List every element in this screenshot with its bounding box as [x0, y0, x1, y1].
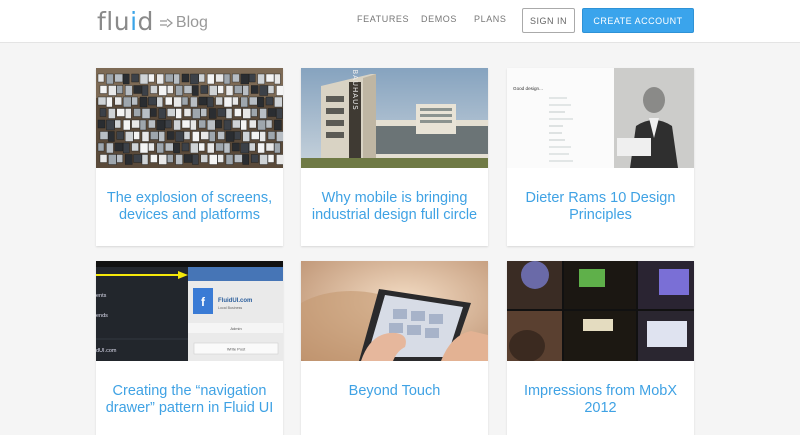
logo-wordmark: fluid [97, 6, 154, 36]
screens-wall-image[interactable] [96, 68, 283, 168]
create-account-button[interactable]: CREATE ACCOUNT [582, 8, 694, 33]
tablet-hands-image[interactable] [301, 261, 488, 361]
dieter-rams-image[interactable]: Good design... [507, 68, 694, 168]
bauhaus-building-image[interactable]: BAUHAUS [301, 68, 488, 168]
post-card-navigation-drawer[interactable]: f FluidUI.com Local Business Admin Write… [96, 261, 283, 435]
nav-demos-link[interactable]: DEMOS [421, 14, 457, 24]
drawer-subtitle-text: Local Business [218, 306, 242, 310]
post-card-bauhaus[interactable]: BAUHAUS Why mobile is bringing industria… [301, 68, 488, 246]
logo-blog-label: Blog [175, 13, 208, 31]
post-card-mobx[interactable]: Impressions from MobX 2012 [507, 261, 694, 435]
post-title[interactable]: Why mobile is bringing industrial design… [309, 190, 480, 224]
drawer-menu-item: ends [96, 313, 108, 319]
post-title[interactable]: Creating the “navigation drawer” pattern… [104, 383, 275, 417]
post-card-screens[interactable]: The explosion of screens, devices and pl… [96, 68, 283, 246]
post-title[interactable]: Impressions from MobX 2012 [515, 383, 686, 417]
sign-in-button[interactable]: SIGN IN [522, 8, 575, 33]
arrow-right-icon [159, 17, 173, 28]
drawer-admin-text: Admin [230, 326, 241, 331]
fluid-logo[interactable]: fluid Blog [97, 6, 208, 36]
logo-accent-letter: i [130, 6, 138, 36]
post-title[interactable]: The explosion of screens, devices and pl… [104, 190, 275, 224]
drawer-menu-item: ents [96, 293, 107, 299]
navigation-drawer-image[interactable]: f FluidUI.com Local Business Admin Write… [96, 261, 283, 361]
mobx-conference-image[interactable] [507, 261, 694, 361]
post-card-dieter-rams[interactable]: Good design... Dieter Rams 10 Design Pri… [507, 68, 694, 246]
nav-features-link[interactable]: FEATURES [357, 14, 409, 24]
drawer-menu-item: dUI.com [96, 348, 117, 354]
bauhaus-sign-text: BAUHAUS [351, 69, 359, 110]
post-title[interactable]: Dieter Rams 10 Design Principles [515, 190, 686, 224]
nav-plans-link[interactable]: PLANS [474, 14, 507, 24]
rams-heading-text: Good design... [513, 86, 543, 91]
drawer-write-text: Write Post [227, 347, 246, 352]
drawer-brand-text: FluidUI.com [218, 298, 252, 304]
post-card-beyond-touch[interactable]: Beyond Touch [301, 261, 488, 435]
top-navigation-bar: fluid Blog FEATURES DEMOS PLANS SIGN IN … [0, 0, 800, 43]
post-title[interactable]: Beyond Touch [309, 383, 480, 400]
